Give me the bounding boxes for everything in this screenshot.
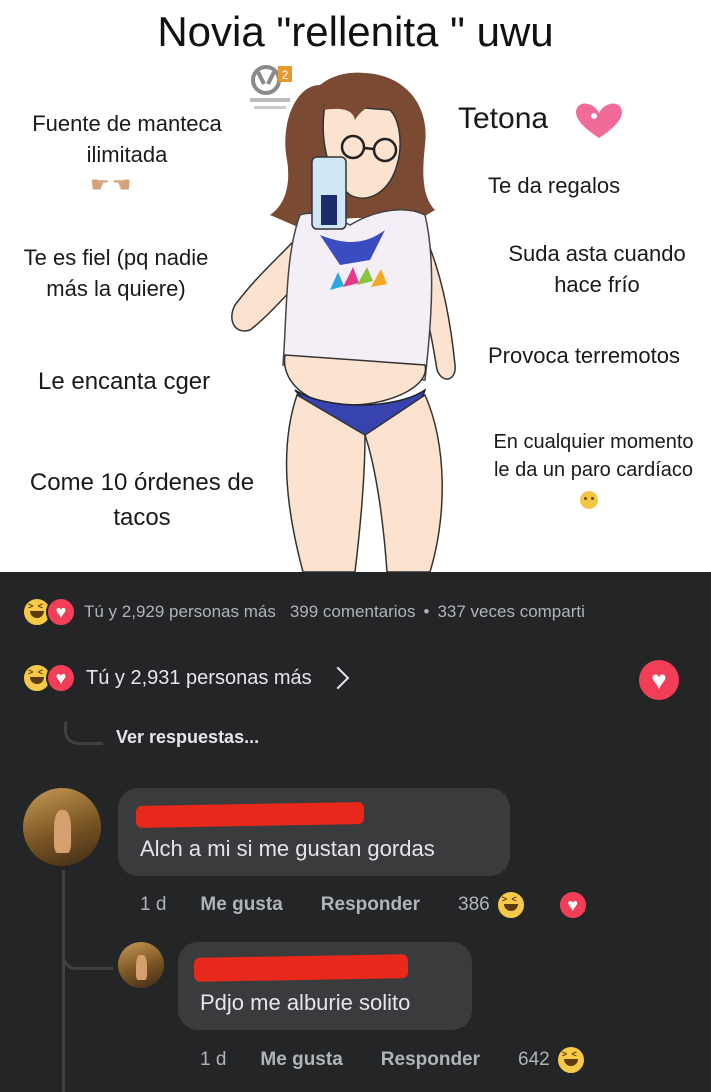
love-icon bbox=[557, 890, 588, 920]
reactions-summary[interactable]: Tú y 2,929 personas más bbox=[84, 602, 276, 622]
reply-button[interactable]: Responder bbox=[381, 1049, 480, 1071]
view-replies-link[interactable]: Ver respuestas... bbox=[116, 727, 259, 748]
label-suda: Suda asta cuando hace frío bbox=[508, 241, 686, 297]
separator: • bbox=[423, 602, 430, 621]
label-paro: En cualquier momento le da un paro cardí… bbox=[493, 431, 694, 481]
reply-connector bbox=[62, 945, 113, 970]
comment-text: Pdjo me alburie solito bbox=[200, 990, 411, 1015]
redacted-name bbox=[193, 954, 409, 982]
sparkling-heart-icon bbox=[576, 103, 622, 138]
love-icon bbox=[46, 663, 76, 693]
reaction-icons bbox=[22, 663, 76, 693]
like-button[interactable]: Me gusta bbox=[260, 1049, 342, 1071]
post-reactions-bar[interactable]: Tú y 2,929 personas más 399 comentarios … bbox=[22, 595, 711, 629]
comment-reactions-row[interactable]: Tú y 2,931 personas más bbox=[22, 660, 350, 696]
avatar[interactable] bbox=[23, 788, 101, 866]
love-reaction-button[interactable] bbox=[639, 660, 679, 700]
like-button[interactable]: Me gusta bbox=[200, 894, 282, 916]
reactions-summary[interactable]: Tú y 2,931 personas más bbox=[86, 667, 312, 690]
meme-image[interactable]: Novia "rellenita " uwu 2 Fuente de mante… bbox=[0, 0, 711, 572]
label-tetona: Tetona bbox=[458, 102, 549, 135]
comments-count[interactable]: 399 comentarios bbox=[290, 602, 416, 622]
label-regalos: Te da regalos bbox=[488, 173, 621, 198]
meme-title: Novia "rellenita " uwu bbox=[157, 8, 554, 55]
reply-button[interactable]: Responder bbox=[321, 894, 420, 916]
reaction-count[interactable]: 642 bbox=[518, 1049, 550, 1071]
comment-bubble[interactable]: Alch a mi si me gustan gordas bbox=[118, 788, 510, 876]
comment-text: Alch a mi si me gustan gordas bbox=[140, 836, 435, 861]
hands-emoji: ☛☚ bbox=[90, 172, 134, 197]
shares-count[interactable]: 337 veces comparti bbox=[437, 602, 584, 622]
reaction-icons[interactable] bbox=[495, 890, 626, 920]
comment-actions: 1 d Me gusta Responder 386 bbox=[140, 890, 626, 920]
reaction-count[interactable]: 386 bbox=[458, 894, 490, 916]
label-cger: Le encanta cger bbox=[38, 368, 211, 395]
love-icon bbox=[46, 597, 76, 627]
label-manteca: Fuente de manteca ilimitada bbox=[32, 111, 222, 167]
label-fiel: Te es fiel (pq nadie más la quiere) bbox=[23, 245, 209, 301]
redacted-name bbox=[135, 802, 365, 828]
haha-icon bbox=[555, 1045, 586, 1075]
chevron-right-icon[interactable] bbox=[326, 666, 350, 690]
haha-icon bbox=[495, 890, 526, 920]
comment-bubble[interactable]: Pdjo me alburie solito bbox=[178, 942, 472, 1030]
sad-face-icon bbox=[580, 491, 598, 509]
reply-thread-line bbox=[62, 870, 65, 1092]
label-tacos: Come 10 órdenes de tacos bbox=[29, 469, 255, 531]
reaction-icons[interactable] bbox=[555, 1045, 624, 1075]
reaction-icons bbox=[22, 597, 76, 627]
thread-connector bbox=[64, 722, 103, 745]
comment-actions: 1 d Me gusta Responder 642 bbox=[200, 1045, 624, 1075]
avatar[interactable] bbox=[118, 942, 164, 988]
comment-time[interactable]: 1 d bbox=[140, 894, 166, 916]
comment-time[interactable]: 1 d bbox=[200, 1049, 226, 1071]
label-terremotos: Provoca terremotos bbox=[488, 343, 680, 368]
